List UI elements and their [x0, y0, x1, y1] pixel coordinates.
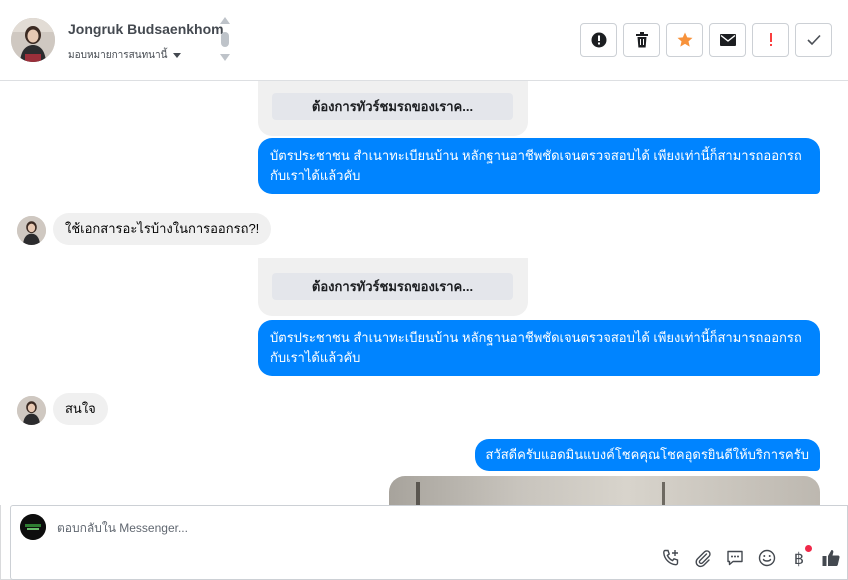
- like-button[interactable]: [821, 548, 841, 568]
- star-icon: [677, 32, 692, 47]
- quick-reply-card: ต้องการทัวร์ชมรถของเราค...: [258, 81, 528, 136]
- tour-button[interactable]: ต้องการทัวร์ชมรถของเราค...: [272, 93, 513, 120]
- quick-reply-card: ต้องการทัวร์ชมรถของเราค...: [258, 258, 528, 316]
- image-attachment[interactable]: [389, 476, 820, 505]
- trash-icon: [635, 32, 648, 48]
- emoji-icon: [758, 549, 776, 567]
- next-conversation-icon[interactable]: [220, 54, 230, 61]
- reply-input[interactable]: [57, 518, 757, 538]
- tour-button[interactable]: ต้องการทัวร์ชมรถของเราค...: [272, 273, 513, 300]
- payment-button[interactable]: ฿: [789, 545, 812, 568]
- avatar-photo-icon: [17, 396, 46, 425]
- call-button[interactable]: [661, 548, 681, 568]
- star-button[interactable]: [666, 23, 703, 57]
- composer-toolbar: ฿: [661, 545, 841, 568]
- photo-detail: [416, 482, 420, 505]
- conversation-actions: [580, 23, 832, 57]
- envelope-icon: [719, 34, 736, 46]
- reply-composer: ฿: [10, 505, 848, 580]
- notification-dot: [805, 545, 812, 552]
- incoming-message: ใช้เอกสารอะไรบ้างในการออกรถ?!: [53, 213, 272, 245]
- outgoing-message: บัตรประชาชน สำเนาทะเบียนบ้าน หลักฐานอาชี…: [258, 320, 820, 376]
- exclamation-icon: [769, 33, 772, 46]
- outgoing-message: บัตรประชาชน สำเนาทะเบียนบ้าน หลักฐานอาชี…: [258, 138, 820, 194]
- contact-avatar-small: [17, 396, 46, 425]
- mark-spam-button[interactable]: [580, 23, 617, 57]
- message-thread[interactable]: ต้องการทัวร์ชมรถของเราค... บัตรประชาชน ส…: [0, 81, 848, 505]
- saved-replies-button[interactable]: [725, 548, 745, 568]
- like-icon: [822, 550, 840, 566]
- assign-label: มอบหมายการสนทนานี้: [68, 50, 168, 61]
- mark-unread-button[interactable]: [709, 23, 746, 57]
- avatar-photo-icon: [17, 216, 46, 245]
- avatar-photo-icon: [11, 18, 55, 62]
- contact-avatar[interactable]: [11, 18, 55, 62]
- contact-name[interactable]: Jongruk Budsaenkhom: [68, 21, 224, 37]
- assign-conversation-dropdown[interactable]: มอบหมายการสนทนานี้: [68, 48, 182, 63]
- page-logo-icon: [20, 514, 46, 540]
- payment-icon: ฿: [793, 548, 805, 568]
- attach-button[interactable]: [693, 548, 713, 568]
- scroll-handle[interactable]: [221, 32, 229, 47]
- conversation-header: Jongruk Budsaenkhom มอบหมายการสนทนานี้: [0, 0, 848, 81]
- chevron-down-icon: [173, 53, 182, 58]
- delete-button[interactable]: [623, 23, 660, 57]
- incoming-message: สนใจ: [53, 393, 108, 425]
- contact-avatar-small: [17, 216, 46, 245]
- page-avatar: [20, 514, 46, 540]
- saved-replies-icon: [727, 550, 743, 566]
- call-icon: [663, 549, 679, 566]
- emoji-button[interactable]: [757, 548, 777, 568]
- follow-up-button[interactable]: [752, 23, 789, 57]
- alert-circle-icon: [591, 32, 606, 48]
- conversation-nav: [218, 17, 232, 65]
- mark-done-button[interactable]: [795, 23, 832, 57]
- outgoing-message: สวัสดีครับแอดมินแบงค์โชคคุณโชคอุดรยินดีใ…: [474, 439, 820, 471]
- attachment-icon: [695, 550, 711, 568]
- photo-detail: [662, 482, 665, 505]
- previous-conversation-icon[interactable]: [220, 17, 230, 24]
- check-icon: [806, 34, 821, 46]
